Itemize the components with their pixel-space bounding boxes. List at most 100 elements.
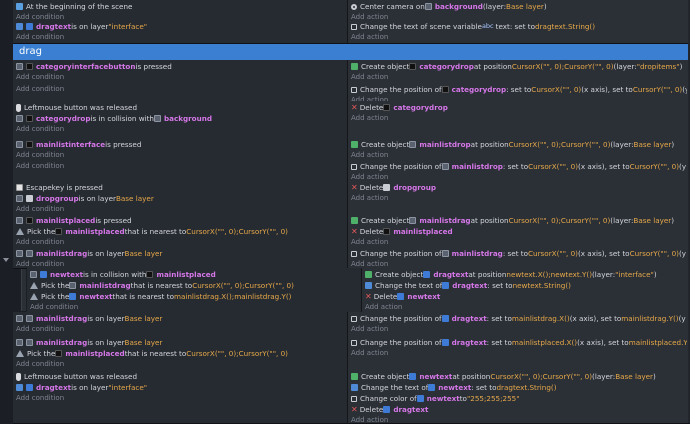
condition-line[interactable]: dragtext is on layer "interface" [16, 21, 344, 32]
action-line[interactable]: Create object mainlistdrag at position C… [351, 215, 687, 226]
add-condition-link[interactable]: Add condition [16, 259, 344, 268]
actions-column[interactable]: Create object dragtext at position newte… [362, 268, 690, 312]
event-row[interactable]: mainlistinterface is pressed Add conditio… [13, 138, 690, 161]
condition-line[interactable]: Pick the newtext that is nearest to main… [30, 291, 358, 302]
event-row[interactable]: At the beginning of the scene Add conditi… [13, 0, 690, 21]
conditions-column[interactable]: mainlistplaced is pressed Pick the mainli… [13, 214, 348, 247]
condition-line[interactable]: dragtext is on layer "interface" [16, 382, 344, 393]
add-action-link[interactable]: Add action [351, 32, 687, 42]
actions-column[interactable]: Change the position of dragtext: set to … [348, 312, 690, 336]
event-row[interactable]: mainlistdrag is on layer Base layer Add c… [13, 312, 690, 337]
event-row[interactable]: Left mouse button was released categorydr… [13, 101, 690, 139]
event-row[interactable]: Add condition Change the position of main… [13, 160, 690, 182]
add-condition-link[interactable]: Add condition [16, 124, 344, 134]
conditions-column[interactable]: mainlistdrag is on layer Base layer Pick … [13, 336, 348, 370]
action-line[interactable]: Change the text of dragtext: set to newt… [365, 280, 687, 291]
actions-column[interactable]: Change the position of mainlistdrag: set… [348, 247, 690, 268]
action-line[interactable]: Change color of newtext to "255;255;255" [351, 393, 687, 404]
add-condition-link[interactable]: Add condition [16, 393, 344, 403]
add-action-link[interactable]: Add action [351, 172, 687, 181]
actions-column[interactable]: Center camera on background (layer: Base… [348, 0, 690, 20]
event-row[interactable]: dragtext is on layer "interface" Add cond… [13, 20, 690, 44]
add-action-link[interactable]: Add action [351, 193, 687, 203]
condition-line[interactable]: categorydrop is in collision with backgr… [16, 113, 344, 124]
event-row[interactable]: mainlistplaced is pressed Pick the mainli… [13, 214, 690, 248]
action-line[interactable]: ✕ Delete dragtext [351, 404, 687, 415]
condition-line[interactable]: Left mouse button was released [16, 371, 344, 382]
conditions-column[interactable]: mainlistinterface is pressed Add conditio… [13, 138, 348, 160]
action-line[interactable]: Change the position of dragtext: set to … [351, 313, 687, 324]
conditions-column[interactable]: Add condition [13, 160, 348, 181]
conditions-column[interactable]: categoryinterfacebutton is pressed Add co… [13, 60, 348, 83]
add-action-link[interactable]: Add action [351, 113, 687, 123]
event-row[interactable]: newtext is in collision with mainlistpla… [27, 268, 690, 313]
condition-line[interactable]: dropgroup is on layer Base layer [16, 193, 344, 204]
condition-line[interactable]: mainlistinterface is pressed [16, 139, 344, 150]
add-condition-link[interactable]: Add condition [16, 12, 344, 20]
condition-line[interactable]: Pick the mainlistdrag that is nearest to… [30, 280, 358, 291]
action-line[interactable]: ✕ Delete newtext [365, 291, 687, 302]
actions-column[interactable]: Change the position of categorydrop: set… [348, 83, 690, 101]
group-drag[interactable]: drag [13, 43, 690, 60]
add-condition-link[interactable]: Add condition [30, 302, 358, 312]
event-row[interactable]: mainlistdrag is on layer Base layer Pick … [13, 336, 690, 371]
add-condition-link[interactable]: Add condition [16, 204, 344, 214]
condition-line[interactable]: mainlistdrag is on layer Base layer [16, 313, 344, 324]
event-row[interactable]: categoryinterfacebutton is pressed Add co… [13, 60, 690, 84]
add-condition-link[interactable]: Add condition [16, 359, 344, 369]
condition-line[interactable]: mainlistdrag is on layer Base layer [16, 248, 344, 259]
action-line[interactable]: Create object categorydrop at position C… [351, 61, 687, 72]
action-line[interactable]: Center camera on background (layer: Base… [351, 1, 687, 12]
action-line[interactable]: Change the position of dragtext: set to … [351, 337, 687, 348]
action-line[interactable]: ✕ Delete mainlistplaced [351, 226, 687, 237]
add-condition-link[interactable]: Add condition [16, 324, 344, 334]
conditions-column[interactable]: Left mouse button was released categorydr… [13, 101, 348, 138]
action-line[interactable]: ✕ Delete categorydrop [351, 102, 687, 113]
add-action-link[interactable]: Add action [351, 12, 687, 20]
conditions-column[interactable]: mainlistdrag is on layer Base layer Add c… [13, 247, 348, 268]
action-line[interactable]: Change the text of scene variable abc tex… [351, 21, 687, 32]
action-line[interactable]: Change the position of mainlistdrag: set… [351, 248, 687, 259]
action-line[interactable]: Create object mainlistdrop at position C… [351, 139, 687, 150]
add-condition-link[interactable]: Add condition [16, 150, 344, 160]
action-line[interactable]: Change the position of mainlistdrop: set… [351, 161, 687, 172]
conditions-column[interactable]: Escape key is pressed dropgroup is on lay… [13, 181, 348, 214]
condition-line[interactable]: Escape key is pressed [16, 182, 344, 193]
event-row[interactable]: Left mouse button was released dragtext i… [13, 370, 690, 424]
event-row[interactable]: mainlistdrag is on layer Base layer Add c… [13, 247, 690, 269]
condition-line[interactable]: Pick the mainlistplaced that is nearest … [16, 226, 344, 237]
add-condition-link[interactable]: Add condition [16, 161, 344, 171]
conditions-column[interactable]: dragtext is on layer "interface" Add cond… [13, 20, 348, 43]
actions-column[interactable]: Change the position of dragtext: set to … [348, 336, 690, 370]
actions-column[interactable]: Change the text of scene variable abc tex… [348, 20, 690, 43]
action-line[interactable]: ✕ Delete dropgroup [351, 182, 687, 193]
actions-column[interactable]: Change the position of mainlistdrop: set… [348, 160, 690, 181]
add-action-link[interactable]: Add action [351, 237, 687, 247]
actions-column[interactable]: Create object mainlistdrop at position C… [348, 138, 690, 160]
actions-column[interactable]: ✕ Delete categorydrop Add action [348, 101, 690, 138]
conditions-column[interactable]: Add condition [13, 83, 348, 101]
action-line[interactable]: Change the text of newtext: set to dragt… [351, 382, 687, 393]
actions-column[interactable]: Create object mainlistdrag at position C… [348, 214, 690, 247]
conditions-column[interactable]: mainlistdrag is on layer Base layer Add c… [13, 312, 348, 336]
add-action-link[interactable]: Add action [351, 150, 687, 160]
condition-line[interactable]: Pick the mainlistplaced that is nearest … [16, 348, 344, 359]
action-line[interactable]: Create object dragtext at position newte… [365, 269, 687, 280]
condition-line[interactable]: categoryinterfacebutton is pressed [16, 61, 344, 72]
actions-column[interactable]: ✕ Delete dropgroup Add action [348, 181, 690, 214]
actions-column[interactable]: Create object newtext at position Cursor… [348, 370, 690, 423]
action-line[interactable]: Change the position of categorydrop: set… [351, 84, 687, 95]
add-action-link[interactable]: Add action [365, 302, 687, 312]
add-action-link[interactable]: Add action [351, 72, 687, 82]
add-condition-link[interactable]: Add condition [16, 237, 344, 247]
event-row[interactable]: Add condition Change the position of cate… [13, 83, 690, 102]
condition-line[interactable]: Left mouse button was released [16, 102, 344, 113]
condition-line[interactable]: mainlistdrag is on layer Base layer [16, 337, 344, 348]
conditions-column[interactable]: At the beginning of the scene Add conditi… [13, 0, 348, 20]
add-condition-link[interactable]: Add condition [16, 72, 344, 82]
add-action-link[interactable]: Add action [351, 259, 687, 268]
add-action-link[interactable]: Add action [351, 348, 687, 358]
condition-line[interactable]: mainlistplaced is pressed [16, 215, 344, 226]
add-condition-link[interactable]: Add condition [16, 32, 344, 42]
add-action-link[interactable]: Add action [351, 324, 687, 334]
